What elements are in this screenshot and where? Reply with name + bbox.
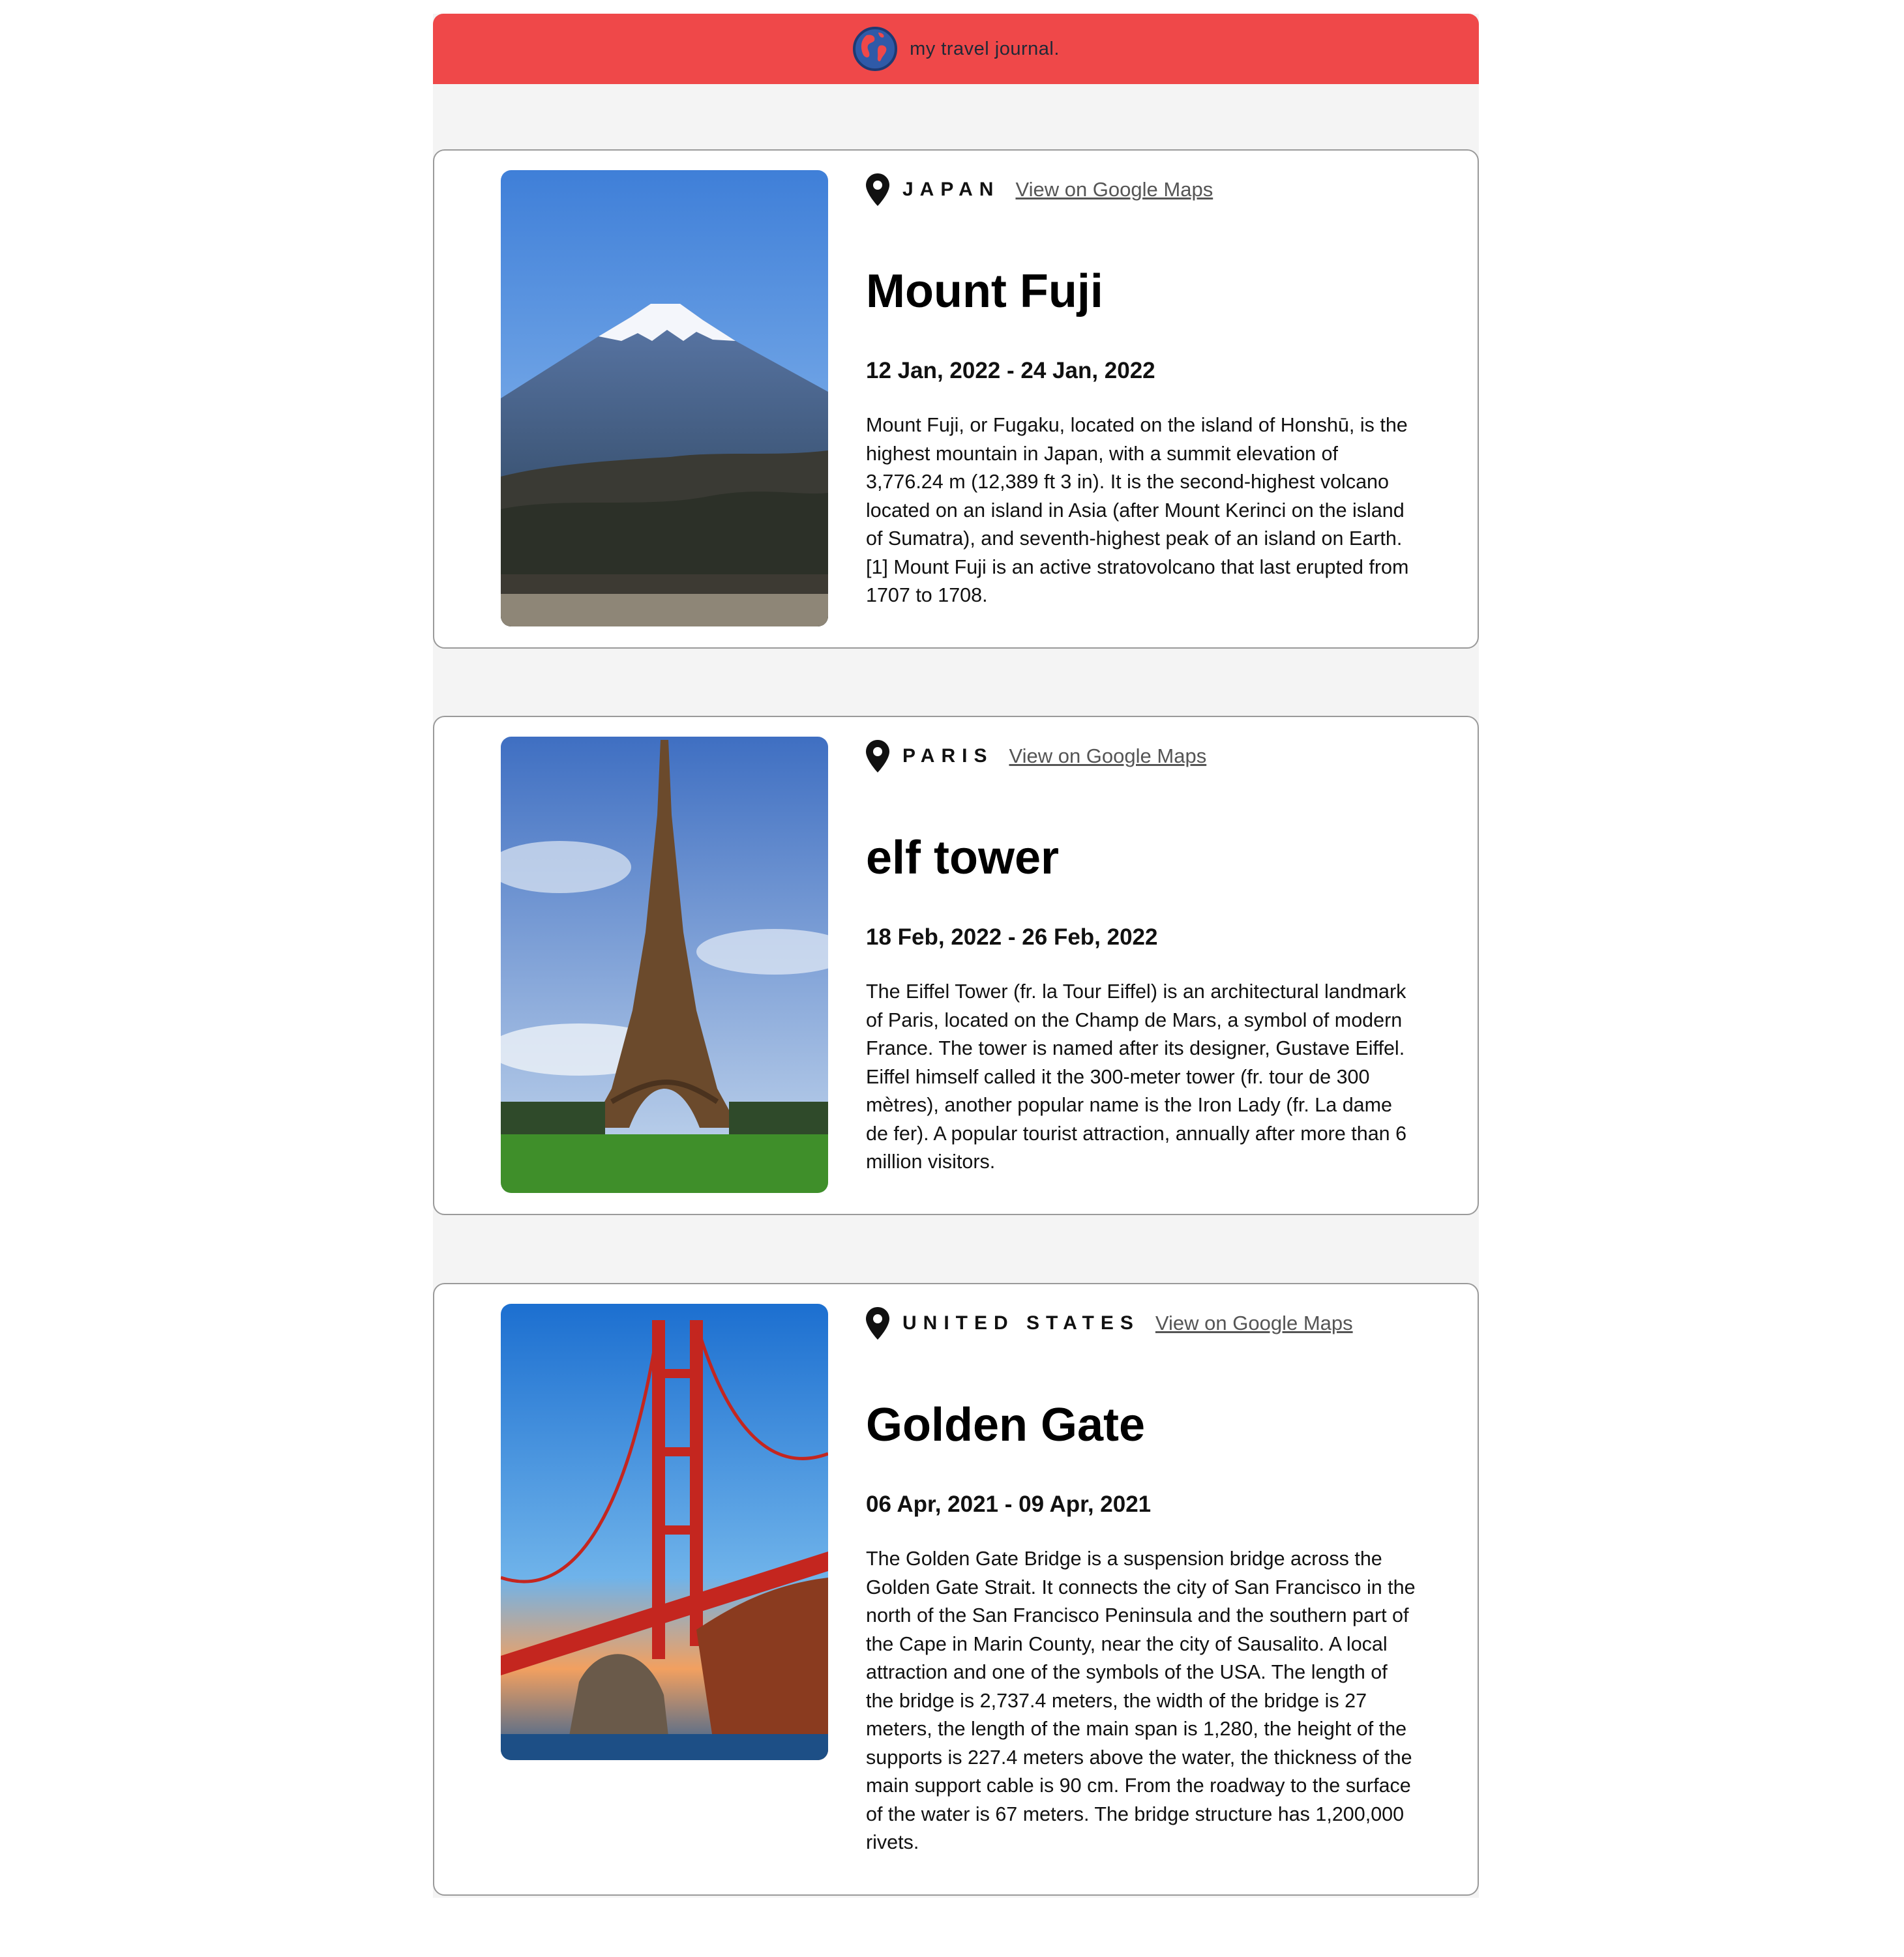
- golden-gate-photo: [501, 1304, 828, 1760]
- location-row: PARIS View on Google Maps: [866, 737, 1427, 776]
- location-pin-icon: [866, 173, 889, 206]
- entry-country: JAPAN: [902, 179, 1000, 200]
- navbar: my travel journal.: [433, 14, 1479, 84]
- entry-country: PARIS: [902, 745, 994, 767]
- google-maps-link[interactable]: View on Google Maps: [1015, 178, 1213, 201]
- entry-dates: 12 Jan, 2022 - 24 Jan, 2022: [866, 358, 1155, 383]
- globe-icon: [853, 27, 898, 71]
- entry-dates: 18 Feb, 2022 - 26 Feb, 2022: [866, 924, 1158, 950]
- entry-info: UNITED STATES View on Google Maps Golden…: [866, 1304, 1427, 1853]
- journal-entry-card: UNITED STATES View on Google Maps Golden…: [433, 1283, 1479, 1896]
- app-title: my travel journal.: [910, 38, 1060, 59]
- location-row: UNITED STATES View on Google Maps: [866, 1304, 1427, 1343]
- entry-description: The Golden Gate Bridge is a suspension b…: [866, 1548, 1416, 1853]
- location-pin-icon: [866, 740, 889, 772]
- journal-entry-card: PARIS View on Google Maps elf tower 18 F…: [433, 716, 1479, 1215]
- journal-entry-card: JAPAN View on Google Maps Mount Fuji 12 …: [433, 149, 1479, 649]
- entry-info: PARIS View on Google Maps elf tower 18 F…: [866, 737, 1427, 1173]
- location-row: JAPAN View on Google Maps: [866, 170, 1427, 209]
- app-container: my travel journal. JAPAN View on Google …: [433, 14, 1479, 1898]
- entry-title: Mount Fuji: [866, 265, 1103, 317]
- google-maps-link[interactable]: View on Google Maps: [1009, 744, 1206, 768]
- location-pin-icon: [866, 1307, 889, 1340]
- entry-title: Golden Gate: [866, 1399, 1146, 1451]
- eiffel-tower-photo: [501, 737, 828, 1193]
- google-maps-link[interactable]: View on Google Maps: [1155, 1312, 1353, 1335]
- entry-description: The Eiffel Tower (fr. la Tour Eiffel) is…: [866, 980, 1407, 1173]
- entry-dates: 06 Apr, 2021 - 09 Apr, 2021: [866, 1492, 1152, 1517]
- entry-info: JAPAN View on Google Maps Mount Fuji 12 …: [866, 170, 1427, 606]
- entry-description: Mount Fuji, or Fugaku, located on the is…: [866, 414, 1409, 606]
- entry-country: UNITED STATES: [902, 1312, 1140, 1334]
- entry-title: elf tower: [866, 832, 1060, 884]
- mount-fuji-photo: [501, 170, 828, 626]
